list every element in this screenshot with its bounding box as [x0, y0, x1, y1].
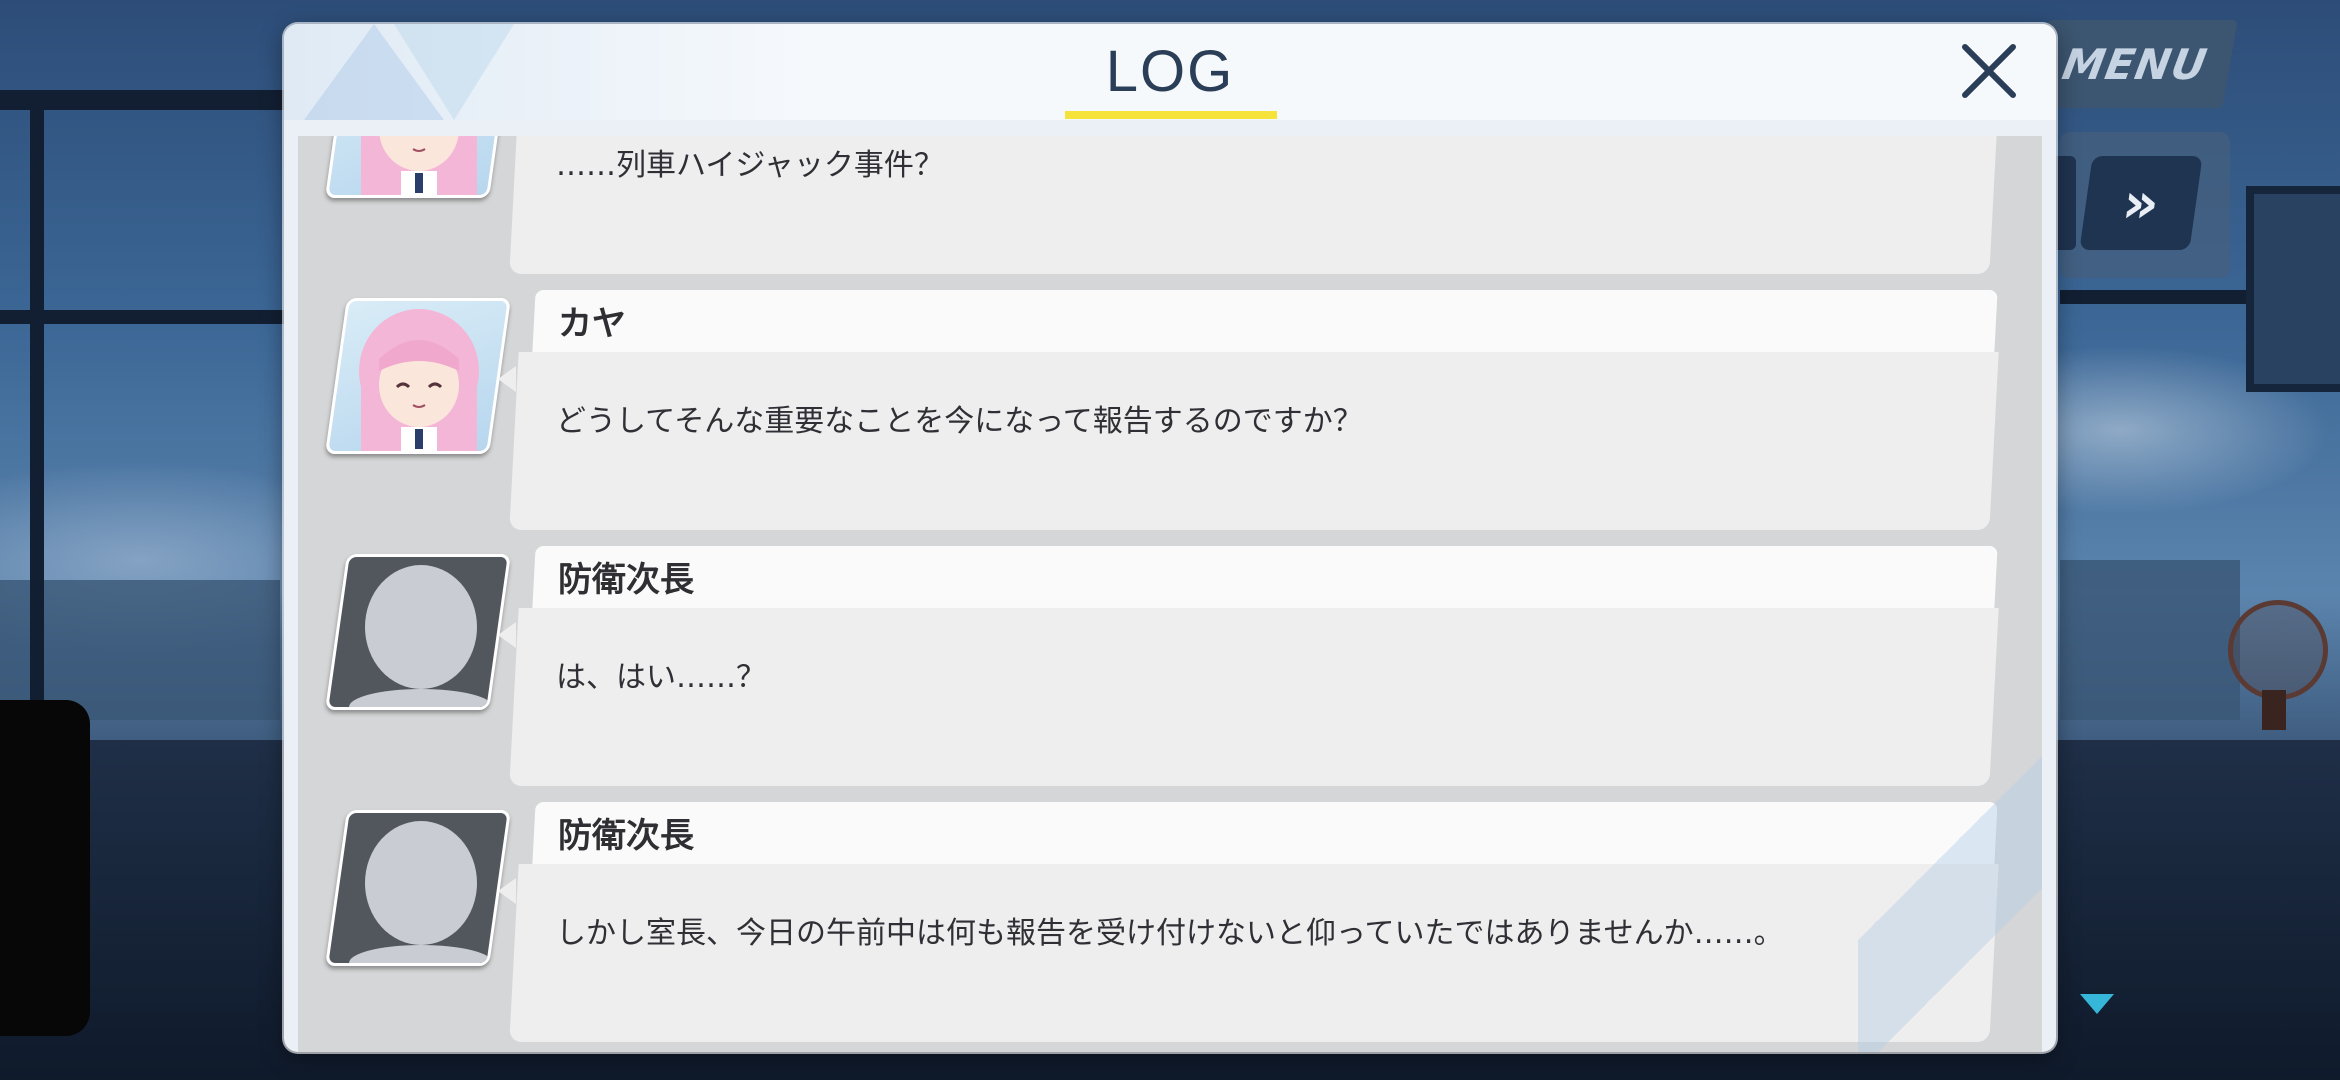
wall-picture — [2246, 186, 2340, 392]
speaker-name-bar — [532, 802, 1998, 864]
log-entry: カヤ ……列車ハイジャック事件？ — [298, 136, 2042, 290]
globe-stand — [2262, 690, 2286, 730]
window-frame-bar — [2060, 290, 2260, 304]
city-skyline-right — [2060, 560, 2240, 720]
log-dialog: LOG ……列車ハイジャック事件？ カヤ どうしてそんな重要なことを今になって報… — [284, 24, 2056, 1052]
title-underline — [1065, 111, 1277, 119]
log-header: LOG — [284, 24, 2056, 120]
user-silhouette-icon — [349, 565, 493, 707]
message-tail — [498, 878, 516, 904]
log-list[interactable]: カヤ ……列車ハイジャック事件？ カヤ — [298, 136, 2042, 1052]
fast-forward-button[interactable]: » — [2079, 156, 2203, 250]
message-tail — [498, 366, 516, 392]
speaker-name-bar — [532, 290, 1998, 352]
speaker-name: カヤ — [558, 304, 626, 344]
message-text: しかし室長、今日の午前中は何も報告を受け付けないと仰っていたではありませんか……… — [556, 916, 1784, 951]
log-entry: カヤ どうしてそんな重要なことを今になって報告するのですか？ — [298, 290, 2042, 546]
speaker-name: 防衛次長 — [558, 816, 694, 856]
log-entry: 防衛次長 しかし室長、今日の午前中は何も報告を受け付けないと仰っていたではありま… — [298, 802, 2042, 1052]
message-text: どうしてそんな重要なことを今になって報告するのですか？ — [556, 404, 1363, 439]
menu-label: MENU — [2058, 39, 2212, 89]
fast-forward-icon: » — [2118, 170, 2164, 236]
character-portrait-icon — [359, 136, 479, 195]
silhouette-portrait — [325, 554, 511, 710]
side-panel — [0, 700, 90, 1036]
message-box — [509, 608, 1999, 786]
speaker-name: 防衛次長 — [558, 560, 694, 600]
message-box — [509, 864, 1999, 1042]
log-entry: 防衛次長 は、はい……？ — [298, 546, 2042, 802]
message-box — [509, 352, 1999, 530]
window-frame-bar — [0, 310, 300, 324]
message-text: は、はい……？ — [556, 660, 766, 695]
character-portrait-icon — [359, 309, 479, 451]
user-silhouette-icon — [349, 821, 493, 963]
message-text: ……列車ハイジャック事件？ — [556, 148, 944, 183]
window-frame-post — [30, 90, 44, 710]
menu-button[interactable]: MENU — [2032, 20, 2238, 108]
close-button[interactable] — [1954, 36, 2024, 106]
speaker-name-bar — [532, 546, 1998, 608]
message-tail — [498, 622, 516, 648]
kaya-portrait — [325, 298, 511, 454]
close-icon — [1962, 44, 2016, 98]
log-title: LOG — [1105, 39, 1235, 104]
globe-decoration — [2228, 600, 2328, 700]
scroll-down-indicator-icon — [2080, 994, 2114, 1014]
silhouette-portrait — [325, 810, 511, 966]
kaya-portrait — [325, 136, 511, 198]
window-frame-bar — [0, 90, 300, 110]
